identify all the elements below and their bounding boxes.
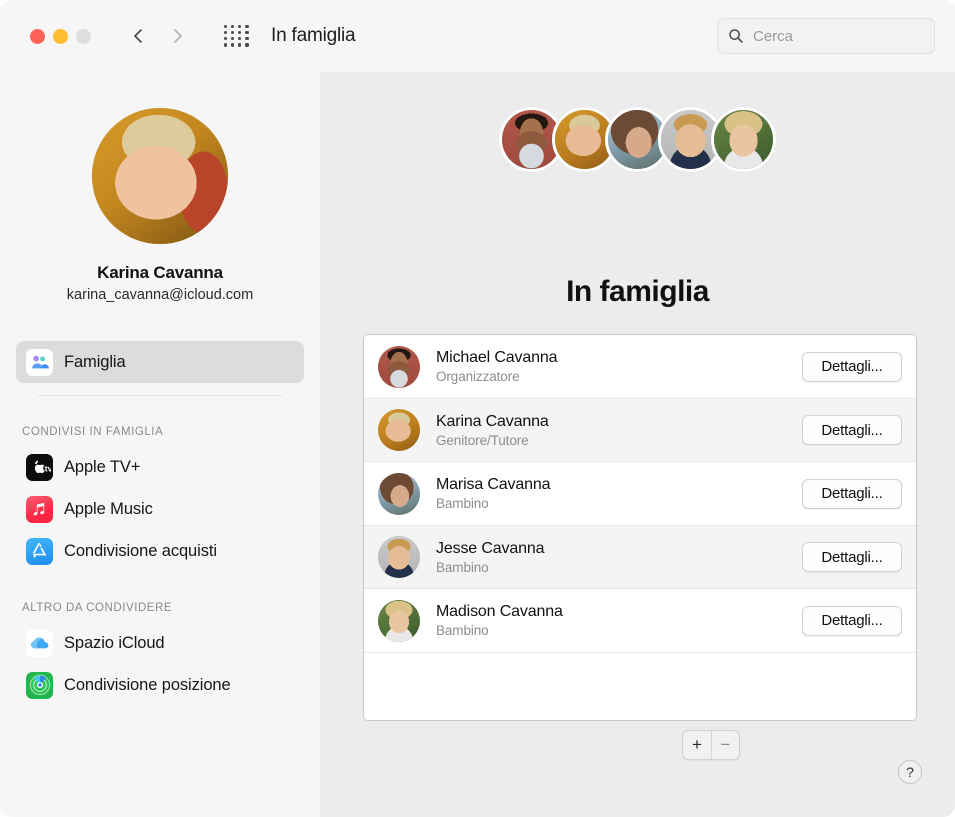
member-name: Marisa Cavanna bbox=[436, 476, 550, 494]
details-button[interactable]: Dettagli... bbox=[802, 479, 902, 509]
sidebar-group-title-shared: CONDIVISI IN FAMIGLIA bbox=[22, 426, 320, 438]
apple-tv-icon: tv bbox=[26, 454, 53, 481]
member-avatar bbox=[378, 536, 420, 578]
sidebar-item-label: Spazio iCloud bbox=[64, 634, 165, 653]
details-button[interactable]: Dettagli... bbox=[802, 606, 902, 636]
table-row[interactable]: Jesse Cavanna Bambino Dettagli... bbox=[364, 526, 916, 590]
table-row[interactable]: Karina Cavanna Genitore/Tutore Dettagli.… bbox=[364, 399, 916, 463]
details-button[interactable]: Dettagli... bbox=[802, 542, 902, 572]
sidebar-item-label: Condivisione posizione bbox=[64, 676, 231, 695]
table-row[interactable]: Marisa Cavanna Bambino Dettagli... bbox=[364, 462, 916, 526]
table-row[interactable]: Michael Cavanna Organizzatore Dettagli..… bbox=[364, 335, 916, 399]
sidebar-group-title-other: ALTRO DA CONDIVIDERE bbox=[22, 602, 320, 614]
member-role: Bambino bbox=[436, 496, 550, 511]
family-avatar-stack bbox=[320, 105, 955, 173]
avatar-madison bbox=[711, 107, 776, 172]
member-name: Michael Cavanna bbox=[436, 349, 557, 367]
account-summary: Karina Cavanna karina_cavanna@icloud.com bbox=[0, 72, 320, 303]
window-toolbar: In famiglia bbox=[0, 0, 955, 72]
sidebar-item-spazio-icloud[interactable]: Spazio iCloud bbox=[16, 622, 304, 664]
table-row[interactable]: Madison Cavanna Bambino Dettagli... bbox=[364, 589, 916, 653]
account-email: karina_cavanna@icloud.com bbox=[67, 287, 253, 303]
sidebar-item-label: Condivisione acquisti bbox=[64, 542, 217, 561]
sidebar-item-condivisione-posizione[interactable]: Condivisione posizione bbox=[16, 664, 304, 706]
family-icon bbox=[26, 349, 53, 376]
main-content: In famiglia Michael Cavanna Organizzator… bbox=[320, 72, 955, 817]
sidebar-group-other: Spazio iCloud Condivisione posizione bbox=[0, 622, 320, 706]
sidebar-item-apple-tv[interactable]: tv Apple TV+ bbox=[16, 446, 304, 488]
remove-member-button[interactable]: − bbox=[711, 731, 739, 759]
member-avatar bbox=[378, 600, 420, 642]
find-my-icon bbox=[26, 672, 53, 699]
minimize-button[interactable] bbox=[53, 29, 68, 44]
member-name: Jesse Cavanna bbox=[436, 540, 544, 558]
member-role: Organizzatore bbox=[436, 369, 557, 384]
sidebar-item-label: Apple TV+ bbox=[64, 458, 140, 477]
zoom-button[interactable] bbox=[76, 29, 91, 44]
member-role: Bambino bbox=[436, 560, 544, 575]
search-field[interactable] bbox=[717, 18, 935, 54]
navigation-arrows bbox=[129, 27, 187, 45]
avatar-image bbox=[92, 108, 228, 244]
page-title: In famiglia bbox=[320, 275, 955, 309]
member-role: Bambino bbox=[436, 623, 563, 638]
sidebar: Karina Cavanna karina_cavanna@icloud.com… bbox=[0, 72, 320, 817]
member-role: Genitore/Tutore bbox=[436, 433, 549, 448]
account-name: Karina Cavanna bbox=[97, 263, 223, 283]
window-title: In famiglia bbox=[271, 25, 355, 47]
family-members-list: Michael Cavanna Organizzatore Dettagli..… bbox=[363, 334, 917, 721]
close-button[interactable] bbox=[30, 29, 45, 44]
member-avatar bbox=[378, 409, 420, 451]
sidebar-item-label: Apple Music bbox=[64, 500, 153, 519]
member-name: Karina Cavanna bbox=[436, 413, 549, 431]
forward-chevron-icon[interactable] bbox=[169, 27, 187, 45]
sidebar-item-label: Famiglia bbox=[64, 353, 126, 372]
svg-text:tv: tv bbox=[44, 464, 50, 474]
system-preferences-window: In famiglia Karina Cavanna karina_cavann… bbox=[0, 0, 955, 817]
details-button[interactable]: Dettagli... bbox=[802, 352, 902, 382]
member-avatar bbox=[378, 346, 420, 388]
member-name: Madison Cavanna bbox=[436, 603, 563, 621]
search-icon bbox=[728, 28, 744, 44]
sidebar-primary-nav: Famiglia bbox=[0, 341, 320, 396]
search-input[interactable] bbox=[753, 28, 913, 45]
details-button[interactable]: Dettagli... bbox=[802, 415, 902, 445]
add-member-button[interactable]: + bbox=[683, 731, 711, 759]
sidebar-item-condivisione-acquisti[interactable]: Condivisione acquisti bbox=[16, 530, 304, 572]
sidebar-item-famiglia[interactable]: Famiglia bbox=[16, 341, 304, 383]
sidebar-divider bbox=[38, 395, 282, 396]
app-store-icon bbox=[26, 538, 53, 565]
sidebar-group-shared: tv Apple TV+ Apple Music bbox=[0, 446, 320, 572]
account-avatar[interactable] bbox=[92, 108, 228, 244]
back-chevron-icon[interactable] bbox=[129, 27, 147, 45]
apple-music-icon bbox=[26, 496, 53, 523]
traffic-lights bbox=[30, 29, 91, 44]
show-all-grid-icon[interactable] bbox=[224, 25, 250, 47]
add-remove-controls: + − bbox=[682, 730, 740, 760]
icloud-icon bbox=[26, 630, 53, 657]
sidebar-item-apple-music[interactable]: Apple Music bbox=[16, 488, 304, 530]
member-avatar bbox=[378, 473, 420, 515]
help-button[interactable]: ? bbox=[898, 760, 922, 784]
